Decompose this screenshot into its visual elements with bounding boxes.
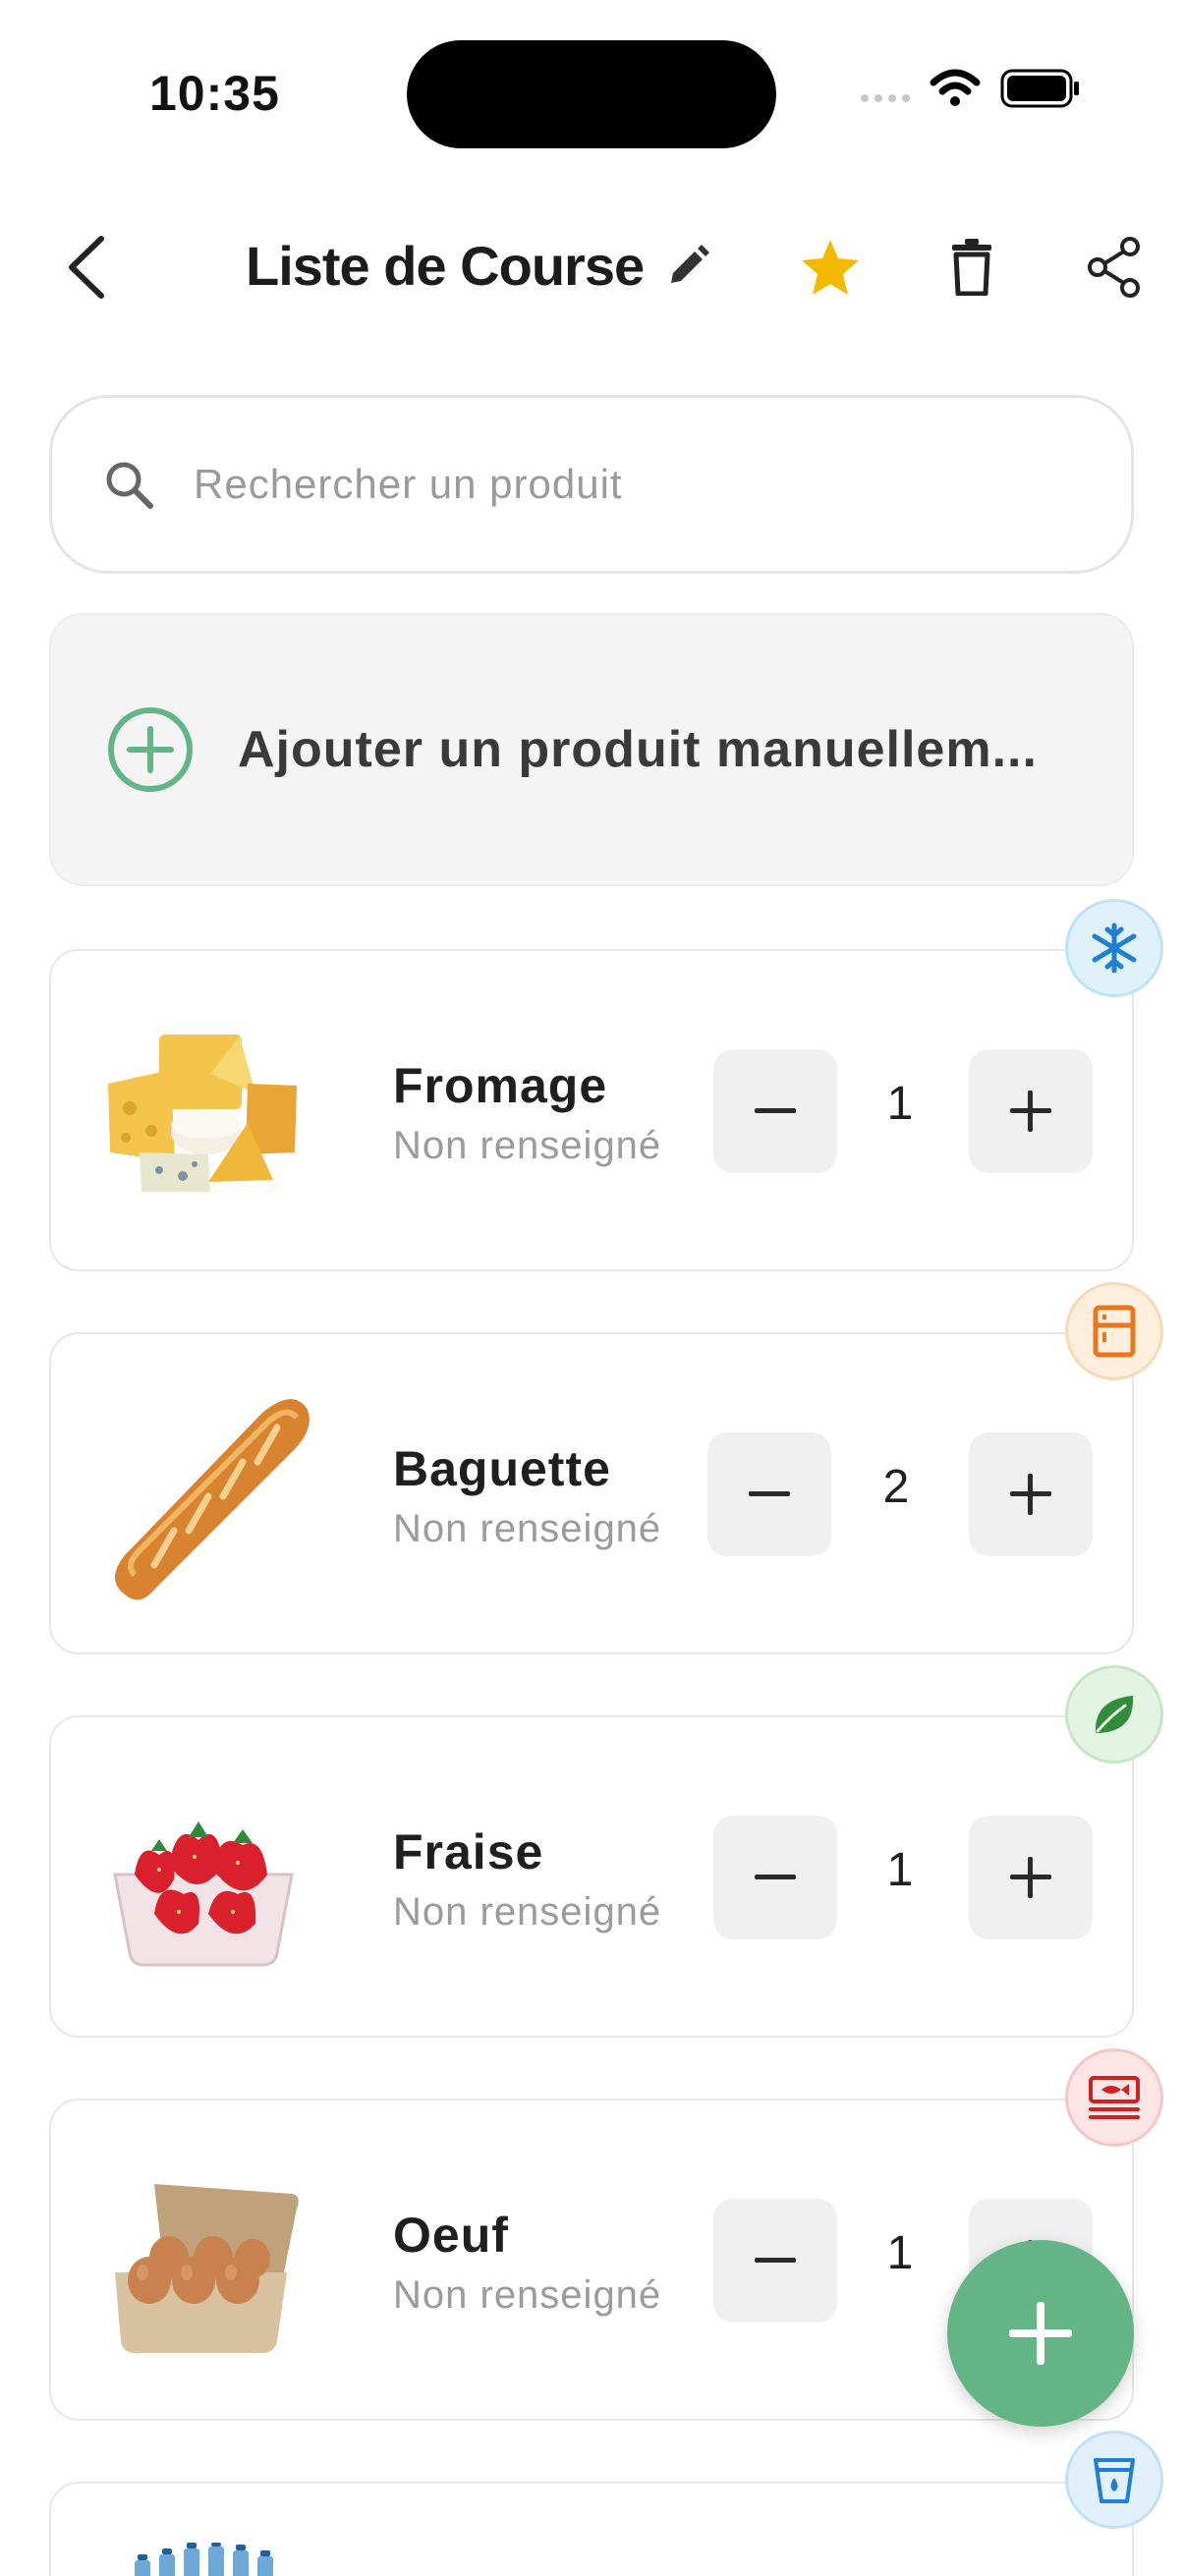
product-subtitle: Non renseigné bbox=[393, 1890, 662, 1933]
search-icon bbox=[106, 462, 153, 509]
fridge-icon bbox=[1093, 1305, 1136, 1358]
meat-fish-category-badge bbox=[1065, 2048, 1163, 2147]
product-card[interactable]: Baguette Non renseigné 2 bbox=[49, 1332, 1134, 1654]
quantity-value: 1 bbox=[886, 1844, 914, 1896]
trash-icon bbox=[952, 239, 991, 296]
quantity-value: 1 bbox=[886, 1078, 914, 1130]
plus-icon bbox=[1010, 1091, 1051, 1132]
product-name: Oeuf bbox=[393, 2208, 509, 2263]
add-product-manually-label: Ajouter un produit manuellem... bbox=[238, 721, 1038, 778]
share-icon bbox=[1088, 237, 1140, 298]
fridge-category-badge bbox=[1065, 1282, 1163, 1380]
fish-icon bbox=[1089, 2076, 1140, 2119]
snowflake-icon bbox=[1092, 923, 1137, 974]
baguette-image bbox=[90, 1383, 316, 1609]
plus-icon bbox=[1010, 1857, 1051, 1898]
increment-button[interactable] bbox=[969, 1432, 1093, 1556]
product-name: Baguette bbox=[393, 1441, 611, 1496]
add-circle-icon bbox=[108, 707, 193, 792]
status-time: 10:35 bbox=[149, 66, 280, 121]
product-card[interactable] bbox=[49, 2482, 1134, 2576]
product-name: Fraise bbox=[393, 1824, 544, 1879]
page-title: Liste de Course bbox=[246, 235, 645, 297]
increment-button[interactable] bbox=[969, 1049, 1093, 1173]
plus-icon bbox=[1010, 1474, 1051, 1515]
minus-icon bbox=[749, 1491, 790, 1496]
plus-icon bbox=[1009, 2302, 1072, 2365]
share-button[interactable] bbox=[1075, 228, 1154, 307]
cellular-signal-icon bbox=[861, 75, 910, 102]
wifi-icon bbox=[930, 69, 981, 106]
star-icon bbox=[802, 240, 859, 295]
add-product-manually-button[interactable]: Ajouter un produit manuellem... bbox=[49, 613, 1134, 886]
leaf-icon bbox=[1095, 1696, 1134, 1733]
product-card[interactable]: Fraise Non renseigné 1 bbox=[49, 1715, 1134, 2038]
decrement-button[interactable] bbox=[713, 1816, 837, 1939]
back-button[interactable] bbox=[51, 228, 120, 307]
status-icons bbox=[861, 69, 1081, 108]
product-subtitle: Non renseigné bbox=[393, 2273, 662, 2317]
dynamic-island bbox=[407, 40, 776, 148]
frozen-category-badge bbox=[1065, 899, 1163, 997]
product-name: Fromage bbox=[393, 1058, 608, 1113]
list-title-group[interactable]: Liste de Course bbox=[246, 234, 710, 298]
search-input[interactable] bbox=[194, 461, 999, 508]
edit-pencil-icon[interactable] bbox=[665, 244, 710, 289]
product-subtitle: Non renseigné bbox=[393, 1124, 662, 1167]
produce-category-badge bbox=[1065, 1665, 1163, 1764]
delete-button[interactable] bbox=[932, 228, 1011, 307]
product-subtitle: Non renseigné bbox=[393, 1507, 662, 1550]
minus-icon bbox=[755, 1108, 796, 1113]
quantity-value: 2 bbox=[882, 1461, 910, 1513]
add-product-fab[interactable] bbox=[947, 2240, 1134, 2427]
cheese-image bbox=[90, 1000, 316, 1226]
minus-icon bbox=[755, 1875, 796, 1879]
decrement-button[interactable] bbox=[707, 1432, 831, 1556]
drinks-category-badge bbox=[1065, 2431, 1163, 2529]
strawberry-image bbox=[90, 1766, 316, 1992]
increment-button[interactable] bbox=[969, 1816, 1093, 1939]
egg-carton-image bbox=[90, 2150, 316, 2376]
product-card[interactable]: Fromage Non renseigné 1 bbox=[49, 949, 1134, 1271]
quantity-value: 1 bbox=[886, 2227, 914, 2279]
minus-icon bbox=[755, 2258, 796, 2263]
battery-icon bbox=[1000, 69, 1079, 108]
chevron-left-icon bbox=[69, 236, 104, 299]
top-nav-bar: Liste de Course bbox=[0, 216, 1185, 314]
favorite-button[interactable] bbox=[791, 228, 870, 307]
decrement-button[interactable] bbox=[713, 2199, 837, 2323]
drink-cup-icon bbox=[1094, 2458, 1135, 2503]
decrement-button[interactable] bbox=[713, 1049, 837, 1173]
search-bar[interactable] bbox=[49, 395, 1134, 574]
water-bottles-image bbox=[130, 2543, 297, 2576]
